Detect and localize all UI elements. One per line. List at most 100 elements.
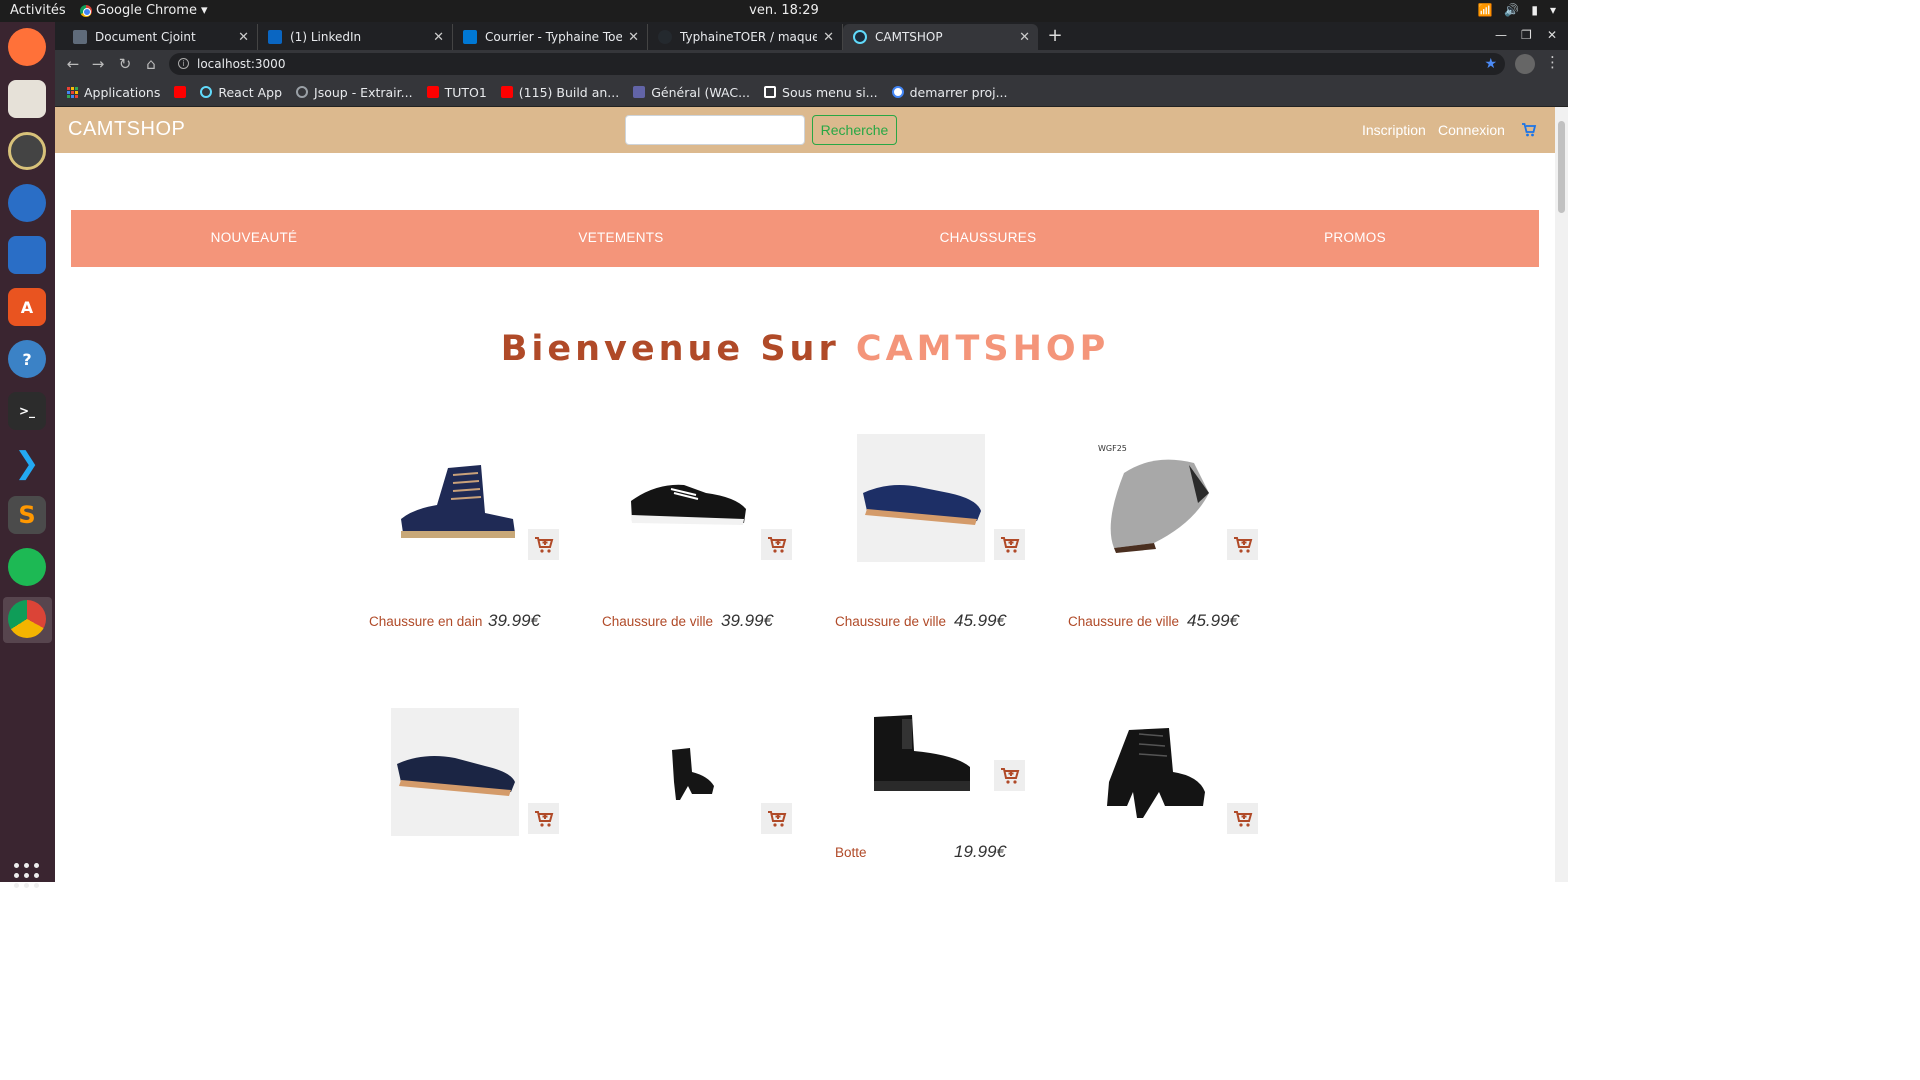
boot-icon <box>672 748 714 800</box>
product-price: 39.99€ <box>721 611 773 630</box>
product-card[interactable]: Botte 19.99€ <box>835 708 1035 882</box>
bookmark-react-app[interactable]: React App <box>200 85 282 100</box>
youtube-icon <box>426 86 439 98</box>
bookmark-applications[interactable]: Applications <box>67 85 160 100</box>
system-tray[interactable]: 📶 🔊 ▮ ▾ <box>1477 3 1556 17</box>
bookmark-youtube[interactable] <box>174 86 187 98</box>
close-icon[interactable]: ✕ <box>1019 30 1030 45</box>
product-card[interactable]: Chaussure en dain 39.99€ <box>369 434 569 654</box>
url-text: localhost:3000 <box>197 57 286 71</box>
address-bar[interactable]: i localhost:3000 ★ <box>169 53 1505 75</box>
product-card[interactable] <box>369 708 569 882</box>
product-card[interactable] <box>602 708 802 882</box>
product-image[interactable] <box>391 434 519 562</box>
bookmark-demarrer-proj[interactable]: demarrer proj... <box>891 85 1008 100</box>
close-icon[interactable]: ✕ <box>628 30 639 45</box>
product-name[interactable]: Botte <box>835 845 867 860</box>
add-to-cart-button[interactable] <box>761 803 792 834</box>
chrome-icon[interactable] <box>8 600 46 638</box>
clock[interactable]: ven. 18:29 <box>0 3 1568 18</box>
reload-icon[interactable]: ↻ <box>115 54 135 74</box>
add-to-cart-button[interactable] <box>761 529 792 560</box>
category-promos[interactable]: PROMOS <box>1205 230 1505 245</box>
product-card[interactable] <box>1068 708 1268 882</box>
add-to-cart-button[interactable] <box>1227 803 1258 834</box>
welcome-text: Bienvenue Sur <box>500 329 840 369</box>
firefox-icon[interactable] <box>8 28 46 66</box>
bookmark-jsoup[interactable]: Jsoup - Extrair... <box>296 85 413 100</box>
rhythmbox-icon[interactable] <box>8 132 46 170</box>
product-image[interactable] <box>624 434 752 562</box>
add-to-cart-button[interactable] <box>528 803 559 834</box>
battery-icon: ▮ <box>1531 3 1538 17</box>
add-to-cart-button[interactable] <box>994 529 1025 560</box>
tab-title: Courrier - Typhaine Toer - <box>485 30 623 44</box>
add-to-cart-button[interactable] <box>528 529 559 560</box>
close-icon[interactable]: ✕ <box>433 30 444 45</box>
product-name[interactable]: Chaussure de ville <box>835 614 946 629</box>
home-icon[interactable]: ⌂ <box>141 54 161 74</box>
site-brand[interactable]: CAMTSHOP <box>68 118 185 141</box>
bookmark-label: React App <box>218 84 283 100</box>
product-image[interactable] <box>857 434 985 562</box>
category-chaussures[interactable]: CHAUSSURES <box>838 230 1138 245</box>
back-icon[interactable]: ← <box>63 54 83 74</box>
product-image[interactable] <box>1090 708 1218 836</box>
app-menu[interactable]: Google Chrome ▾ <box>80 3 208 18</box>
bookmark-tuto1[interactable]: TUTO1 <box>426 85 487 100</box>
close-icon[interactable]: ✕ <box>823 30 834 45</box>
product-card[interactable]: WGF25 Chaussure de ville 45.99€ <box>1068 434 1268 654</box>
activities-button[interactable]: Activités <box>10 3 66 18</box>
product-image[interactable] <box>391 708 519 836</box>
scrollbar-thumb[interactable] <box>1558 121 1565 213</box>
product-card[interactable]: Chaussure de ville 39.99€ <box>602 434 802 654</box>
cart-icon[interactable] <box>1521 122 1537 138</box>
product-name[interactable]: Chaussure en dain <box>369 614 482 629</box>
bookmark-sous-menu[interactable]: Sous menu si... <box>764 85 878 100</box>
terminal-icon[interactable]: >_ <box>8 392 46 430</box>
close-icon[interactable]: ✕ <box>238 30 249 45</box>
tab-github[interactable]: TyphaineTOER / maquette ✕ <box>648 24 843 50</box>
site-info-icon[interactable]: i <box>178 58 189 69</box>
bookmark-build-an[interactable]: (115) Build an... <box>500 85 619 100</box>
product-image[interactable]: WGF25 <box>1090 434 1218 562</box>
close-window-icon[interactable]: ✕ <box>1547 28 1557 42</box>
chrome-icon <box>80 4 92 17</box>
vscode-icon[interactable]: ❯ <box>8 444 46 482</box>
product-name[interactable]: Chaussure de ville <box>1068 614 1179 629</box>
minimize-icon[interactable]: — <box>1495 28 1507 42</box>
search-input[interactable] <box>625 115 805 145</box>
app-name: Google Chrome <box>96 3 197 18</box>
product-image[interactable] <box>624 708 752 836</box>
product-name[interactable]: Chaussure de ville <box>602 614 713 629</box>
menu-kebab-icon[interactable]: ⋮ <box>1545 53 1560 71</box>
forward-icon[interactable]: → <box>88 54 108 74</box>
search-button[interactable]: Recherche <box>812 115 897 145</box>
writer-icon[interactable] <box>8 236 46 274</box>
page-scrollbar[interactable] <box>1555 107 1568 882</box>
add-to-cart-button[interactable] <box>994 760 1025 791</box>
tab-courrier[interactable]: Courrier - Typhaine Toer - ✕ <box>453 24 648 50</box>
restore-icon[interactable]: ❐ <box>1521 28 1532 42</box>
tab-document-cjoint[interactable]: Document Cjoint ✕ <box>63 24 258 50</box>
show-applications-icon[interactable] <box>14 863 40 889</box>
profile-avatar[interactable] <box>1515 54 1535 74</box>
software-center-icon[interactable]: A <box>8 288 46 326</box>
bookmark-star-icon[interactable]: ★ <box>1484 53 1497 75</box>
spotify-icon[interactable] <box>8 548 46 586</box>
tab-linkedin[interactable]: (1) LinkedIn ✕ <box>258 24 453 50</box>
new-tab-button[interactable]: + <box>1044 26 1066 48</box>
signup-link[interactable]: Inscription <box>1362 122 1426 138</box>
add-to-cart-button[interactable] <box>1227 529 1258 560</box>
product-image[interactable] <box>857 708 985 798</box>
category-nouveaute[interactable]: NOUVEAUTÉ <box>104 230 404 245</box>
category-vetements[interactable]: VETEMENTS <box>471 230 771 245</box>
thunderbird-icon[interactable] <box>8 184 46 222</box>
sublime-icon[interactable]: S <box>8 496 46 534</box>
product-card[interactable]: Chaussure de ville 45.99€ <box>835 434 1035 654</box>
login-link[interactable]: Connexion <box>1438 122 1505 138</box>
bookmark-general-wac[interactable]: Général (WAC... <box>633 85 750 100</box>
help-icon[interactable]: ? <box>8 340 46 378</box>
tab-camtshop[interactable]: CAMTSHOP ✕ <box>843 24 1038 50</box>
files-icon[interactable] <box>8 80 46 118</box>
